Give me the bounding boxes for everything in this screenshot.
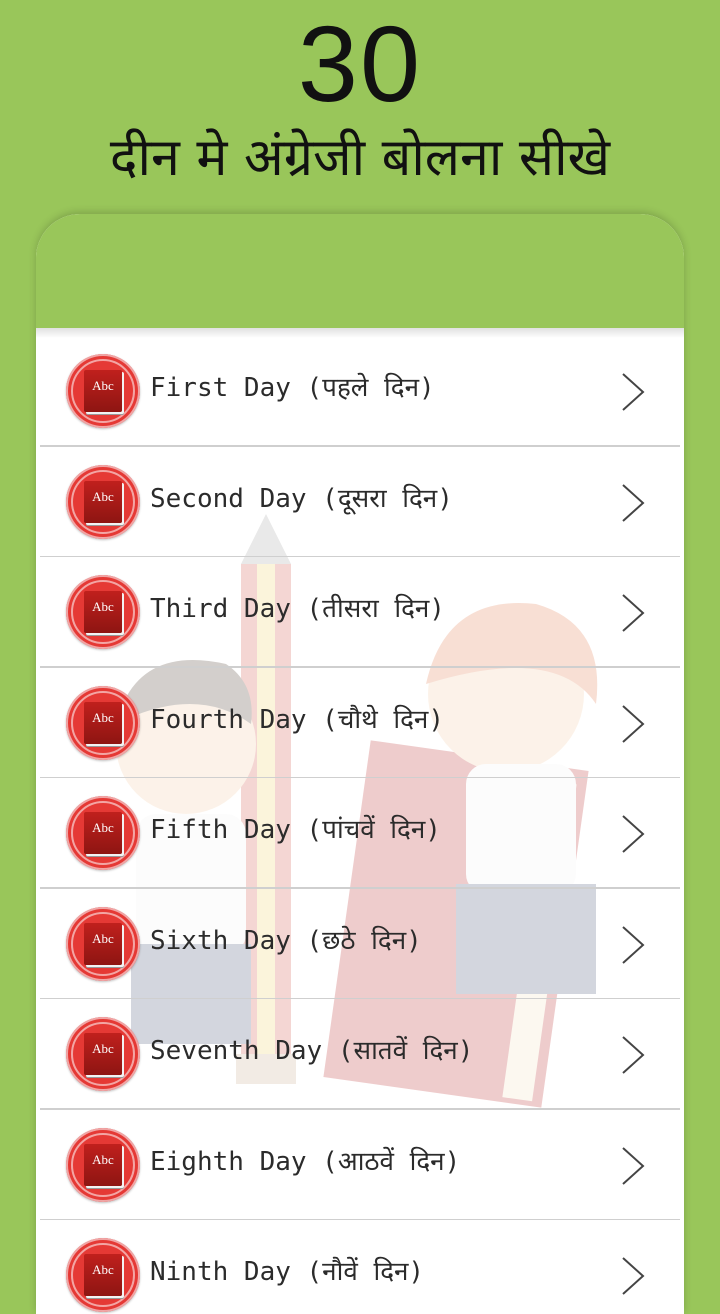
abc-book-icon: Abc <box>66 354 140 428</box>
badge-text: Abc <box>92 709 114 725</box>
chevron-right-icon <box>622 1146 645 1185</box>
day-item[interactable]: Abc Sixth Day (छठे दिन) <box>36 889 684 999</box>
badge-text: Abc <box>92 1262 114 1277</box>
day-label: Second Day (दूसरा दिन) <box>150 483 453 514</box>
day-item[interactable]: Abc Second Day (दूसरा दिन) <box>36 447 684 557</box>
abc-book-icon: Abc <box>66 575 140 649</box>
day-label: Sixth Day (छठे दिन) <box>150 925 422 956</box>
badge-text: Abc <box>92 930 114 946</box>
abc-book-icon: Abc <box>66 906 140 981</box>
badge-text: Abc <box>92 599 114 614</box>
abc-book-icon: Abc <box>66 685 140 760</box>
card-header-band <box>36 214 684 328</box>
badge-text: Abc <box>92 1151 114 1167</box>
chevron-right-icon <box>622 1257 645 1295</box>
chevron-right-icon <box>622 704 645 743</box>
day-item[interactable]: Abc Ninth Day (नौवें दिन) <box>36 1220 684 1314</box>
day-label: Fifth Day (पांचवें दिन) <box>150 815 441 845</box>
badge-text: Abc <box>92 1041 114 1056</box>
badge-text: Abc <box>92 488 114 504</box>
abc-book-icon: Abc <box>66 796 140 870</box>
day-item[interactable]: Abc Seventh Day (सातवें दिन) <box>36 999 684 1110</box>
day-list: Abc First Day (पहले दिन) Abc Second Day … <box>36 336 684 1314</box>
day-label: First Day (पहले दिन) <box>150 373 435 403</box>
day-item[interactable]: Abc Third Day (तीसरा दिन) <box>36 557 684 668</box>
chevron-right-icon <box>622 594 645 632</box>
header-subtitle: दीन मे अंग्रेजी बोलना सीखे <box>109 128 611 188</box>
abc-book-icon: Abc <box>66 464 140 539</box>
day-item[interactable]: Abc Fourth Day (चौथे दिन) <box>36 668 684 778</box>
day-label: Seventh Day (सातवें दिन) <box>150 1036 474 1066</box>
chevron-right-icon <box>622 373 645 411</box>
chevron-right-icon <box>622 815 645 853</box>
badge-text: Abc <box>92 378 114 393</box>
chevron-right-icon <box>622 1036 645 1074</box>
day-label: Eighth Day (आठवें दिन) <box>150 1146 461 1177</box>
app-header: 30 दीन मे अंग्रेजी बोलना सीखे <box>0 0 720 210</box>
header-number: 30 <box>297 3 423 124</box>
chevron-right-icon <box>622 925 645 964</box>
badge-text: Abc <box>92 820 114 835</box>
day-label: Ninth Day (नौवें दिन) <box>150 1257 425 1287</box>
chevron-right-icon <box>622 483 645 522</box>
day-label: Third Day (तीसरा दिन) <box>150 594 445 624</box>
abc-book-icon: Abc <box>66 1238 140 1312</box>
abc-book-icon: Abc <box>66 1017 140 1091</box>
abc-book-icon: Abc <box>66 1127 140 1202</box>
day-item[interactable]: Abc First Day (पहले दिन) <box>36 336 684 447</box>
day-label: Fourth Day (चौथे दिन) <box>150 704 444 735</box>
day-item[interactable]: Abc Fifth Day (पांचवें दिन) <box>36 778 684 889</box>
day-list-card: Abc First Day (पहले दिन) Abc Second Day … <box>36 214 684 1314</box>
day-item[interactable]: Abc Eighth Day (आठवें दिन) <box>36 1110 684 1220</box>
